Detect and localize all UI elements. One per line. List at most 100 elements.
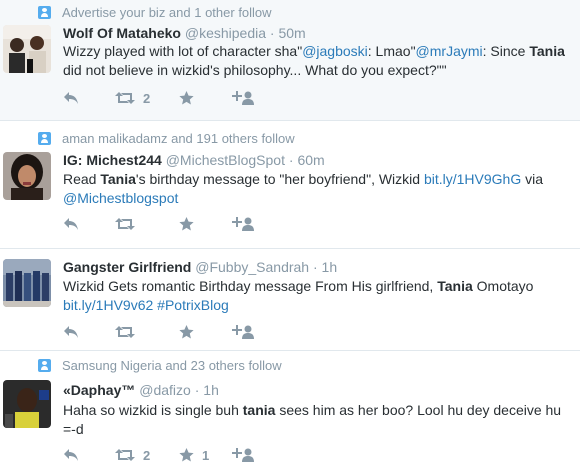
like-button[interactable] [179, 91, 232, 105]
timestamp[interactable]: 1h [322, 259, 338, 275]
timestamp[interactable]: 50m [278, 25, 305, 41]
retweet-icon [115, 449, 135, 461]
author-name[interactable]: «Daphay™ [63, 382, 135, 398]
social-context: aman malikadamz and 191 others follow [38, 130, 295, 146]
tweet-text-segment: : Lmao" [367, 43, 416, 59]
tweet-text: Read Tania's birthday message to "her bo… [63, 170, 568, 208]
tweet-text: Wizkid Gets romantic Birthday message Fr… [63, 277, 568, 315]
author-name[interactable]: Wolf Of Mataheko [63, 25, 181, 41]
separator-dot: · [194, 382, 200, 398]
highlighted-term: Tania [437, 278, 473, 294]
follow-icon [232, 91, 254, 105]
follow-button[interactable] [232, 91, 254, 105]
like-button[interactable] [179, 217, 232, 231]
person-follow-icon [38, 131, 51, 145]
tweet-actions [63, 323, 254, 341]
tweet-header: «Daphay™ @dafizo · 1h [63, 382, 219, 398]
retweet-count: 2 [143, 90, 151, 106]
reply-icon [64, 449, 78, 461]
retweet-icon [115, 218, 135, 230]
follow-button[interactable] [232, 325, 254, 339]
retweet-icon [115, 92, 135, 104]
retweet-button[interactable] [115, 325, 179, 339]
highlighted-term: Tania [529, 43, 565, 59]
tweet-text-segment: 's birthday message to "her boyfriend", … [135, 171, 424, 187]
author-handle[interactable]: @Fubby_Sandrah [195, 259, 309, 275]
tweet-header: IG: Michest244 @MichestBlogSpot · 60m [63, 152, 325, 168]
tweet-link[interactable]: @jagboski [302, 43, 368, 59]
reply-button[interactable] [63, 448, 115, 462]
avatar[interactable] [3, 152, 51, 200]
tweet-text-segment: Wizzy played with lot of character sha" [63, 43, 303, 59]
separator-dot: · [288, 152, 294, 168]
tweet-text-segment: : Since [482, 43, 530, 59]
retweet-button[interactable]: 2 [115, 91, 179, 106]
avatar[interactable] [3, 259, 51, 307]
avatar[interactable] [3, 380, 51, 428]
reply-button[interactable] [63, 325, 115, 339]
like-button[interactable]: 1 [179, 448, 232, 463]
tweet-card[interactable]: Advertise your biz and 1 other follow Wo… [0, 0, 580, 121]
tweet-link[interactable]: @mrJaymi [416, 43, 483, 59]
tweet-header: Wolf Of Mataheko @keshipedia · 50m [63, 25, 306, 41]
avatar[interactable] [3, 25, 51, 73]
follow-icon [232, 217, 254, 231]
tweet-card[interactable]: aman malikadamz and 191 others follow IG… [0, 121, 580, 249]
social-context-text: Samsung Nigeria and 23 others follow [62, 357, 282, 373]
author-handle[interactable]: @dafizo [139, 382, 191, 398]
tweet-text: Wizzy played with lot of character sha"@… [63, 42, 568, 80]
tweet-card[interactable]: Gangster Girlfriend @Fubby_Sandrah · 1h … [0, 249, 580, 351]
social-context: Advertise your biz and 1 other follow [38, 4, 272, 20]
star-icon [179, 325, 194, 339]
social-context-text: Advertise your biz and 1 other follow [62, 4, 272, 20]
separator-dot: · [312, 259, 318, 275]
tweet-actions: 2 [63, 89, 254, 107]
reply-button[interactable] [63, 217, 115, 231]
author-handle[interactable]: @keshipedia [185, 25, 266, 41]
tweet-actions: 2 1 [63, 446, 254, 464]
highlighted-term: Tania [100, 171, 136, 187]
author-name[interactable]: IG: Michest244 [63, 152, 162, 168]
social-context: Samsung Nigeria and 23 others follow [38, 357, 282, 373]
highlighted-term: tania [242, 402, 276, 418]
star-icon [179, 217, 194, 231]
tweet-link[interactable]: @Michestblogspot [63, 190, 178, 206]
retweet-icon [115, 326, 135, 338]
retweet-count: 2 [143, 447, 151, 463]
star-icon [179, 91, 194, 105]
reply-icon [64, 218, 78, 230]
like-count: 1 [202, 447, 210, 463]
reply-icon [64, 92, 78, 104]
follow-icon [232, 448, 254, 462]
retweet-button[interactable]: 2 [115, 448, 179, 463]
tweet-text-segment: Read [63, 171, 101, 187]
tweet-link[interactable]: #PotrixBlog [157, 297, 229, 313]
tweet-link[interactable]: bit.ly/1HV9GhG [424, 171, 521, 187]
person-follow-icon [38, 358, 51, 372]
reply-button[interactable] [63, 91, 115, 105]
tweet-header: Gangster Girlfriend @Fubby_Sandrah · 1h [63, 259, 337, 275]
tweet-actions [63, 215, 254, 233]
person-follow-icon [38, 5, 51, 19]
tweet-text-segment: Haha so wizkid is single buh [63, 402, 243, 418]
follow-button[interactable] [232, 448, 254, 462]
reply-icon [64, 326, 78, 338]
retweet-button[interactable] [115, 217, 179, 231]
tweet-text-segment: via [521, 171, 544, 187]
social-context-text: aman malikadamz and 191 others follow [62, 130, 295, 146]
timestamp[interactable]: 1h [203, 382, 219, 398]
tweet-text-segment: Omotayo [472, 278, 534, 294]
like-button[interactable] [179, 325, 232, 339]
tweet-card[interactable]: Samsung Nigeria and 23 others follow «Da… [0, 351, 580, 464]
tweet-link[interactable]: bit.ly/1HV9v62 [63, 297, 153, 313]
tweet-text: Haha so wizkid is single buh tania sees … [63, 401, 568, 439]
follow-button[interactable] [232, 217, 254, 231]
follow-icon [232, 325, 254, 339]
tweet-text-segment: Wizkid Gets romantic Birthday message Fr… [63, 278, 438, 294]
timestamp[interactable]: 60m [297, 152, 324, 168]
tweet-text-segment: did not believe in wizkid's philosophy..… [63, 62, 447, 78]
author-handle[interactable]: @MichestBlogSpot [166, 152, 285, 168]
separator-dot: · [269, 25, 275, 41]
author-name[interactable]: Gangster Girlfriend [63, 259, 191, 275]
star-icon [179, 448, 194, 462]
